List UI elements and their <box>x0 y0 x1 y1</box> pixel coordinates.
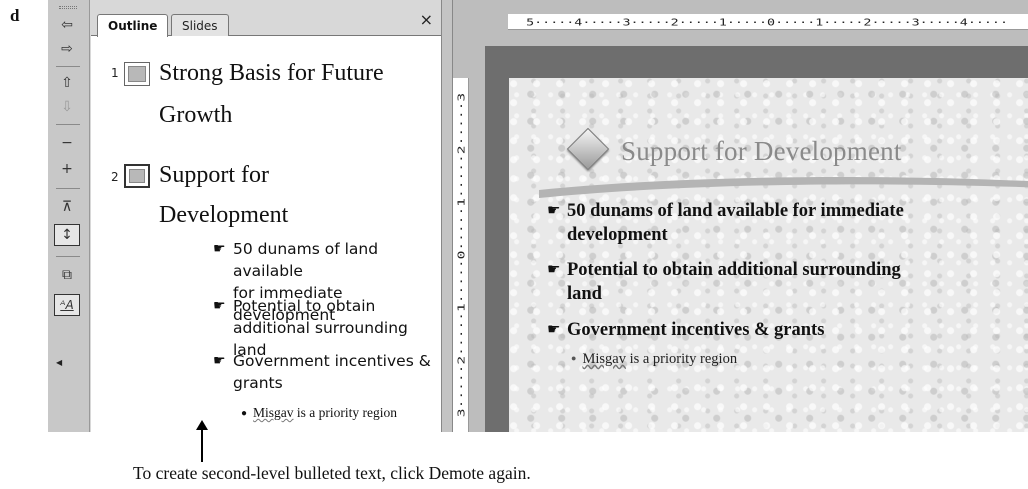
slide-sub-bullet[interactable]: ● Misgav is a priority region <box>571 351 737 368</box>
outline-slide-2-title-line-1[interactable]: Support for <box>159 158 269 192</box>
diamond-icon <box>566 127 610 171</box>
outline-slide-1-title-line-1[interactable]: Strong Basis for Future <box>159 56 384 90</box>
slide-title[interactable]: Support for Development <box>621 136 902 167</box>
pointing-hand-bullet-icon: ☛ <box>547 322 561 338</box>
pane-tab-strip: Outline Slides × <box>91 0 441 37</box>
slide-pane: 5·····4·····3·····2·····1·····0·····1···… <box>453 0 1028 432</box>
outline-pane: Outline Slides × 1 Strong Basis for Futu… <box>91 0 441 432</box>
outline-sub-bullet[interactable]: ● Misgav is a priority region <box>241 405 397 421</box>
figure-caption: To create second-level bulleted text, cl… <box>133 463 531 483</box>
slide-canvas[interactable]: Support for Development ☛ 50 dunams of l… <box>509 78 1028 432</box>
promote-icon[interactable]: ⇦ <box>54 14 80 36</box>
toolbar-grip[interactable] <box>59 6 77 9</box>
slide-bullet-2[interactable]: ☛ Potential to obtain additional surroun… <box>547 258 1027 306</box>
slide-1-icon[interactable] <box>124 62 150 86</box>
summary-slide-icon[interactable]: ⧉ <box>54 264 80 286</box>
pointing-hand-bullet-icon: ☛ <box>213 298 226 314</box>
collapse-all-icon[interactable]: ⊼ <box>54 196 80 218</box>
close-pane-button[interactable]: × <box>420 10 433 29</box>
pointing-hand-bullet-icon: ☛ <box>213 241 226 257</box>
powerpoint-window: ⇦ ⇨ ⇧ ⇩ − + ⊼ ↕ ⧉ ᴬA ◀ Outline Slides × … <box>48 0 1028 432</box>
horizontal-ruler[interactable]: 5·····4·····3·····2·····1·····0·····1···… <box>508 14 1028 30</box>
toolbar-options-icon[interactable]: ◀ <box>56 358 62 367</box>
dot-bullet-icon: ● <box>241 408 248 419</box>
svg-text:5·····4·····3·····2·····1·····: 5·····4·····3·····2·····1·····0·····1···… <box>526 17 1008 28</box>
move-up-icon[interactable]: ⇧ <box>54 72 80 94</box>
pointing-hand-bullet-icon: ☛ <box>547 262 561 278</box>
demote-icon[interactable]: ⇨ <box>54 38 80 60</box>
callout-arrow-line <box>201 427 203 462</box>
expand-all-icon[interactable]: ↕ <box>54 224 80 246</box>
pane-splitter[interactable] <box>441 0 453 432</box>
tab-outline[interactable]: Outline <box>97 14 169 37</box>
show-formatting-icon[interactable]: ᴬA <box>54 294 80 316</box>
slide-bullet-3[interactable]: ☛ Government incentives & grants <box>547 318 1027 342</box>
collapse-icon[interactable]: − <box>54 132 80 154</box>
outline-bullet-3[interactable]: ☛ Government incentives & grants <box>213 350 433 394</box>
outline-slide-1-title-line-2[interactable]: Growth <box>159 98 232 132</box>
slide-bullet-1[interactable]: ☛ 50 dunams of land available for immedi… <box>547 199 1027 247</box>
move-down-icon[interactable]: ⇩ <box>54 96 80 118</box>
dot-bullet-icon: ● <box>571 353 577 363</box>
slide-number-2: 2 <box>111 170 119 184</box>
pointing-hand-bullet-icon: ☛ <box>547 203 561 219</box>
expand-icon[interactable]: + <box>54 158 80 180</box>
vertical-ruler[interactable]: 3·····2·····1·····0·····1·····2·····3 <box>453 78 469 432</box>
slide-number-1: 1 <box>111 66 119 80</box>
tab-slides[interactable]: Slides <box>171 14 229 36</box>
svg-text:3·····2·····1·····0·····1·····: 3·····2·····1·····0·····1·····2·····3 <box>456 93 467 417</box>
slide-2-icon[interactable] <box>124 164 150 188</box>
panel-label: d <box>10 6 20 25</box>
title-swoosh-decoration <box>539 176 1028 198</box>
pointing-hand-bullet-icon: ☛ <box>213 353 226 369</box>
outline-slide-2-title-line-2[interactable]: Development <box>159 198 288 232</box>
outlining-toolbar: ⇦ ⇨ ⇧ ⇩ − + ⊼ ↕ ⧉ ᴬA ◀ <box>48 0 90 432</box>
